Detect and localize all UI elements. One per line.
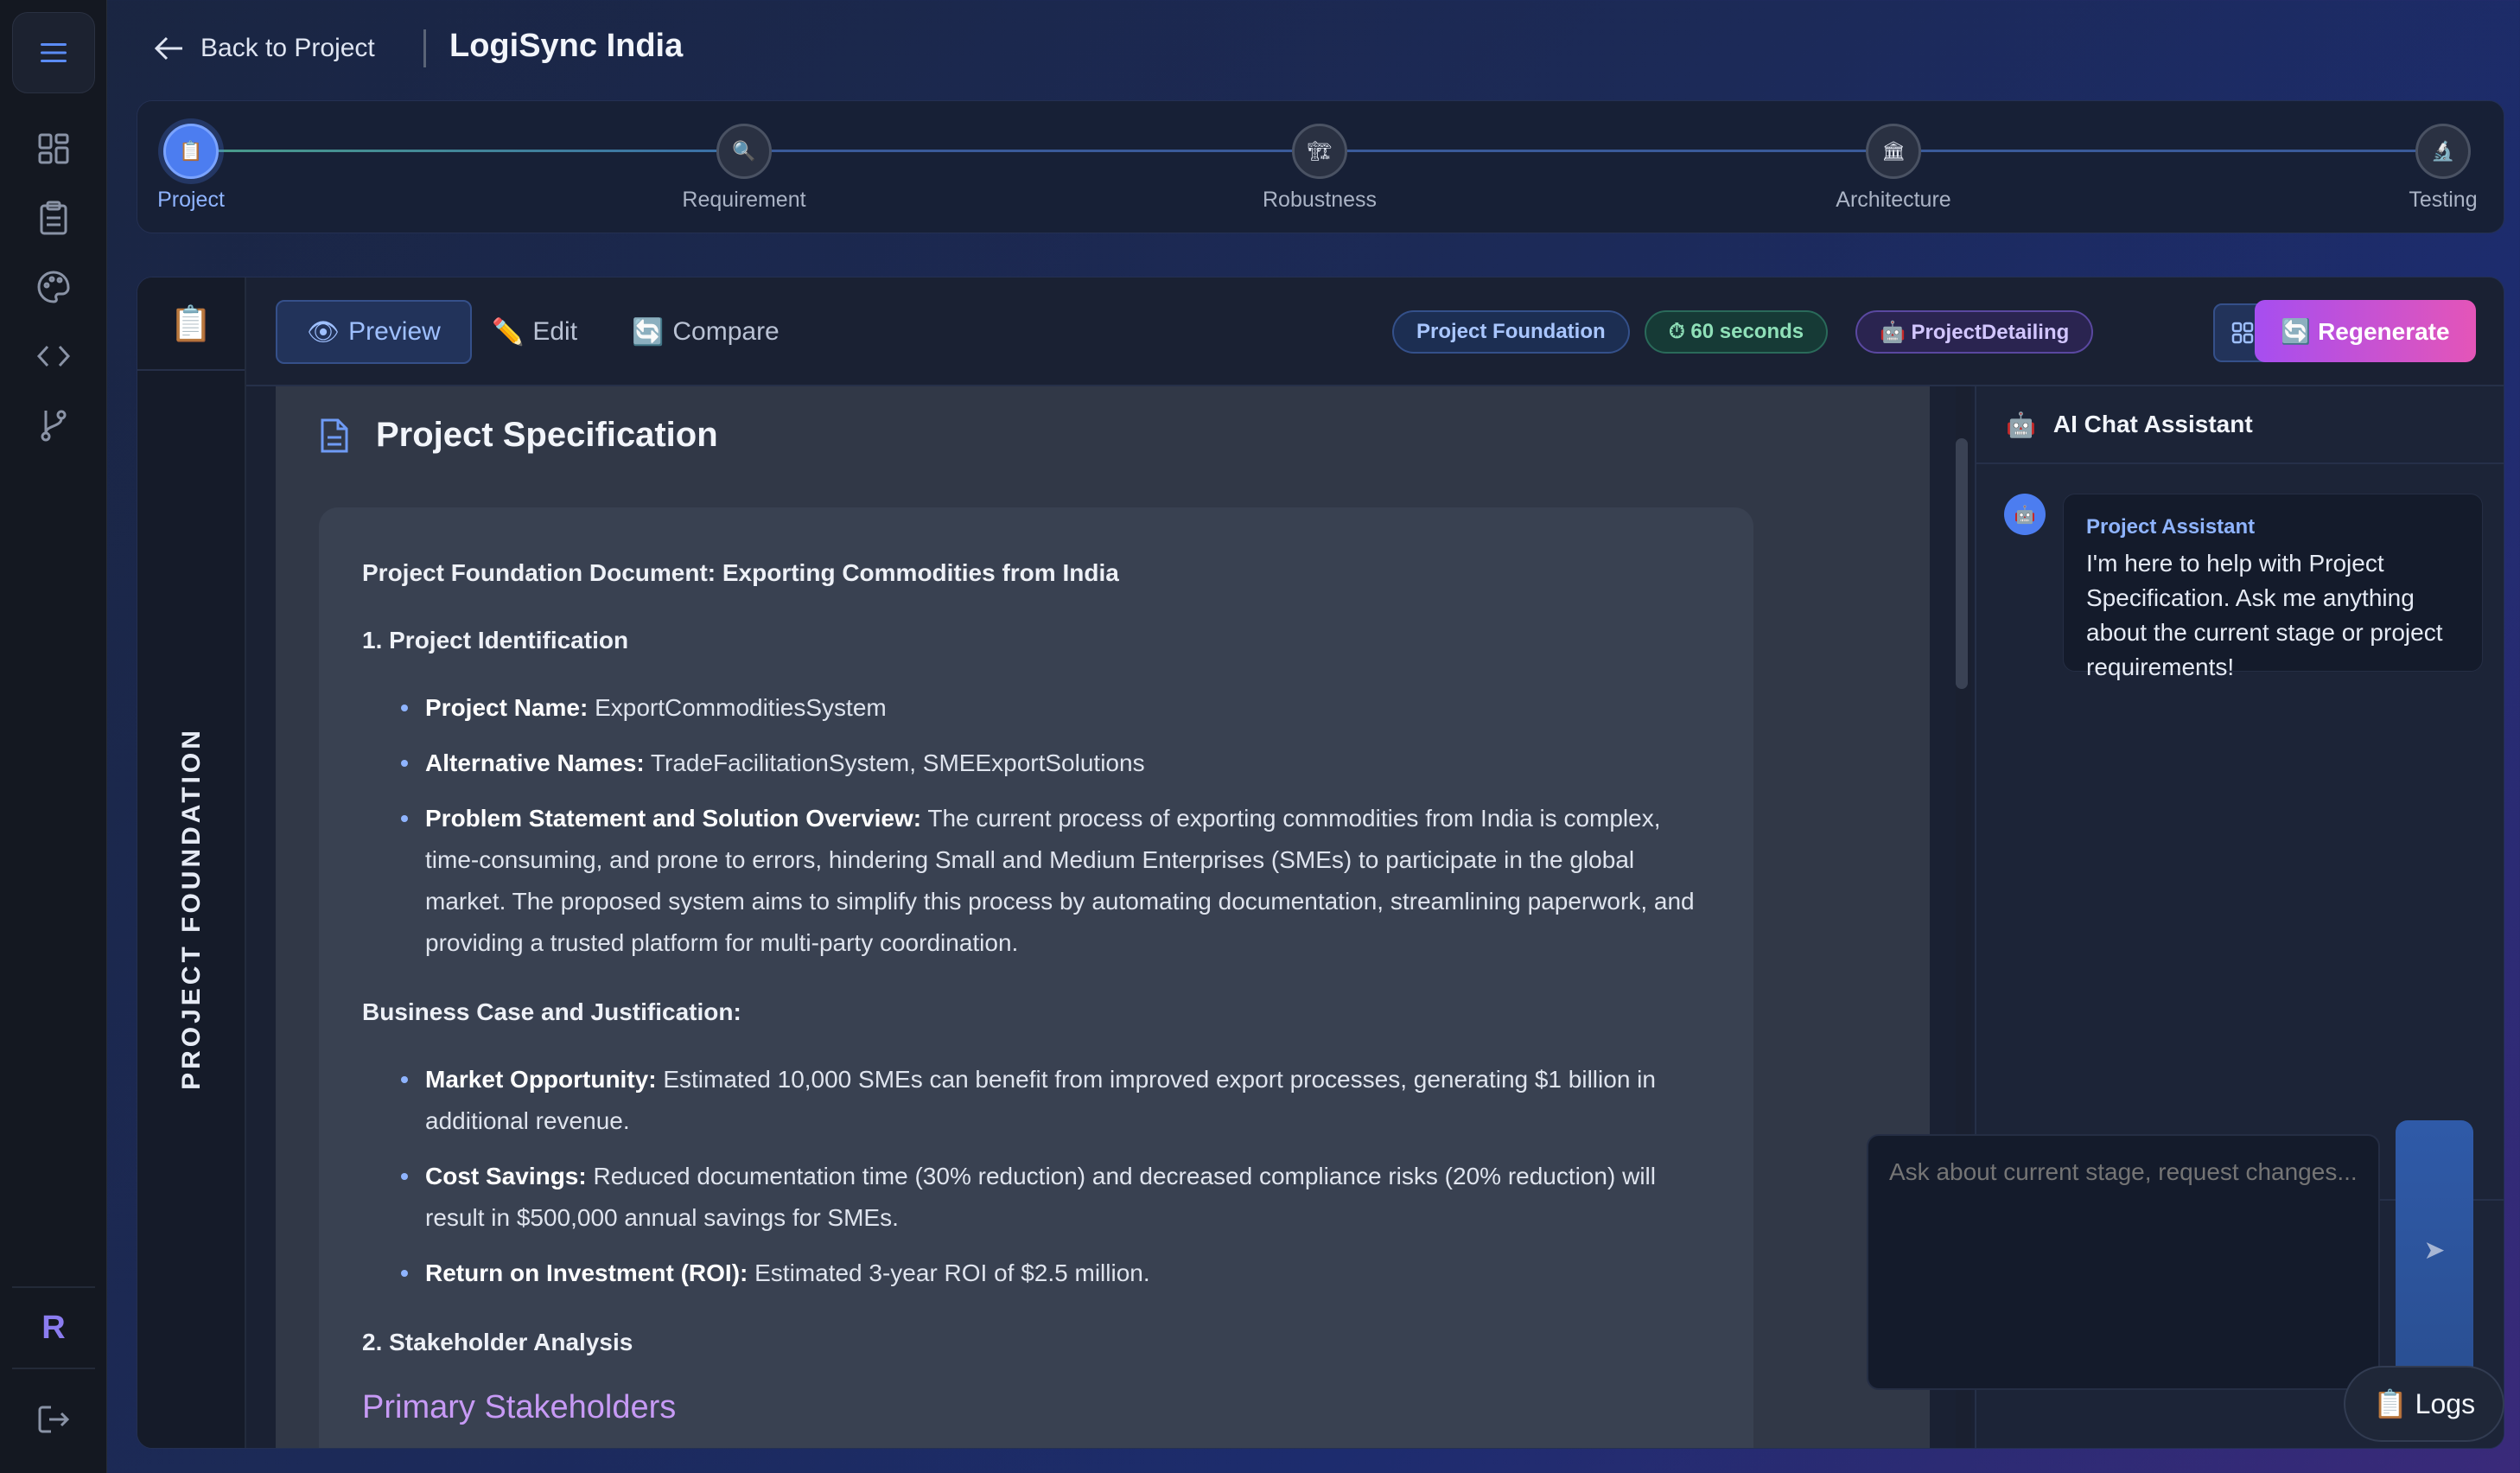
clipboard-icon [40,201,67,235]
list-item-label: Market Opportunity: [425,1066,657,1093]
scrollbar-thumb[interactable] [1956,438,1968,689]
step-project-icon: 📋 [163,124,219,179]
send-icon: ➤ [2423,1235,2446,1265]
step-robustness-icon: 🏗 [1292,124,1347,179]
list-item-text: Reduced documentation time (30% reductio… [425,1163,1656,1231]
message-text: I'm here to help with Project Specificat… [2086,550,2443,680]
step-label: Testing [2409,188,2478,212]
document-title: Project Specification [319,416,718,455]
subsection-heading: Primary Stakeholders [362,1389,677,1425]
step-label: Project [157,188,225,212]
tab-label: Edit [532,317,578,346]
list-item-text: ExportCommoditiesSystem [588,694,887,721]
step-label: Robustness [1262,188,1378,212]
back-to-project-link[interactable]: Back to Project [154,28,375,69]
step-label: Architecture [1836,188,1951,212]
document-preview: Project Specification Project Foundation… [276,386,1930,1448]
eye-icon: 👁 [307,317,340,347]
chat-header: 🤖 AI Chat Assistant [1976,386,2504,464]
clipboard-nav-button[interactable] [19,190,88,246]
chat-input[interactable] [1867,1134,2380,1390]
step-architecture[interactable]: 🏛 Architecture [1807,124,1980,213]
step-connector [744,150,2438,152]
document-content: Project Foundation Document: Exporting C… [319,507,1753,1448]
clipboard-icon: 📋 [137,277,245,371]
menu-button[interactable] [12,12,95,93]
list-item-label: Alternative Names: [425,749,645,776]
list-item: Return on Investment (ROI): Estimated 3-… [362,1253,1710,1294]
section-heading: 2. Stakeholder Analysis [362,1329,633,1355]
list-item: Cost Savings: Reduced documentation time… [362,1156,1710,1239]
step-requirement-icon: 🔍 [716,124,772,179]
logout-button[interactable] [19,1392,88,1447]
workflow-stepper: 📋 Project 🔍 Requirement 🏗 Robustness 🏛 A… [137,100,2504,233]
list-item: Alternative Names: TradeFacilitationSyst… [362,743,1710,784]
tab-label: Compare [672,317,780,346]
app-logo: R [12,1286,95,1369]
assistant-avatar: 🤖 [2004,494,2046,535]
left-rail: R [0,0,107,1473]
document-heading: Project Foundation Document: Exporting C… [362,559,1119,586]
step-testing-icon: 🔬 [2415,124,2471,179]
code-nav-button[interactable] [19,328,88,384]
regenerate-button[interactable]: 🔄 Regenerate [2255,300,2476,362]
project-title: LogiSync India [449,28,684,64]
list-item: Project Name: ExportCommoditiesSystem [362,687,1710,729]
list-item-text: TradeFacilitationSystem, SMEExportSoluti… [644,749,1145,776]
list-item-label: Cost Savings: [425,1163,587,1189]
step-project[interactable]: 📋 Project [105,124,277,213]
step-architecture-icon: 🏛 [1866,124,1921,179]
arrow-left-icon [154,36,182,61]
dashboard-nav-button[interactable] [19,121,88,176]
logs-button[interactable]: 📋 Logs [2344,1366,2504,1442]
compare-icon: 🔄 [632,317,665,347]
hamburger-icon [41,43,67,62]
agent-badge: 🤖 ProjectDetailing [1855,310,2094,354]
time-badge: ⏱ 60 seconds [1645,310,1829,354]
stage-vertical-label: PROJECT FOUNDATION [177,727,206,1090]
list-item-text: Estimated 3-year ROI of $2.5 million. [748,1259,1150,1286]
list-item-label: Return on Investment (ROI): [425,1259,748,1286]
section-heading: 1. Project Identification [362,627,629,654]
grid-icon [2231,322,2254,344]
stage-toolbar: 👁 Preview ✏️ Edit 🔄 Compare Project Foun… [246,277,2504,386]
step-testing[interactable]: 🔬 Testing [2357,124,2520,213]
git-branch-icon [41,410,67,442]
step-label: Requirement [682,188,806,212]
branch-nav-button[interactable] [19,398,88,453]
list-item: Problem Statement and Solution Overview:… [362,798,1710,964]
header-divider [423,29,426,67]
list-item-label: Problem Statement and Solution Overview: [425,805,922,832]
document-title-text: Project Specification [376,416,718,454]
tab-compare[interactable]: 🔄 Compare [602,300,809,364]
robot-icon: 🤖 [2006,411,2036,438]
section-heading: Business Case and Justification: [362,998,741,1025]
pencil-icon: ✏️ [492,317,525,347]
tab-edit[interactable]: ✏️ Edit [462,300,607,364]
tab-label: Preview [348,317,441,346]
send-button[interactable]: ➤ [2396,1120,2473,1380]
stage-badge: Project Foundation [1392,310,1630,354]
list-item-label: Project Name: [425,694,589,721]
list-item: Market Opportunity: Estimated 10,000 SME… [362,1059,1710,1142]
palette-icon [37,271,70,303]
stage-sidebar: 📋 PROJECT FOUNDATION [137,277,246,1448]
message-sender: Project Assistant [2086,515,2256,539]
back-label: Back to Project [200,34,375,62]
step-requirement[interactable]: 🔍 Requirement [658,124,830,213]
tab-preview[interactable]: 👁 Preview [276,300,472,364]
step-robustness[interactable]: 🏗 Robustness [1233,124,1406,213]
chat-title: AI Chat Assistant [2052,411,2253,437]
code-icon [36,345,71,367]
logout-icon [38,1406,70,1433]
business-case-list: Market Opportunity: Estimated 10,000 SME… [362,1059,1710,1294]
chat-message: Project Assistant I'm here to help with … [2063,494,2483,680]
document-icon [321,418,348,452]
palette-nav-button[interactable] [19,259,88,315]
dashboard-icon [38,133,69,164]
project-identification-list: Project Name: ExportCommoditiesSystem Al… [362,687,1710,964]
